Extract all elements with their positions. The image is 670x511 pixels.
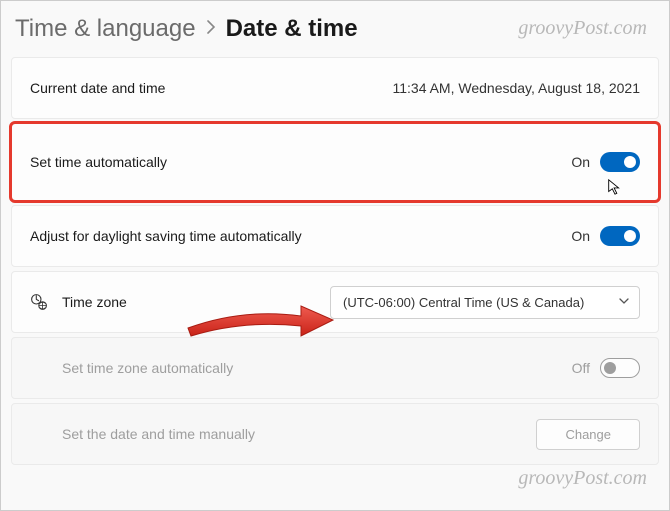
timezone-select[interactable]: (UTC-06:00) Central Time (US & Canada) (330, 286, 640, 319)
current-datetime-value: 11:34 AM, Wednesday, August 18, 2021 (392, 80, 640, 96)
row-label: Set the date and time manually (62, 426, 536, 442)
row-label: Current date and time (30, 80, 392, 96)
row-set-time-automatically: Set time automatically On (11, 123, 659, 201)
row-label: Time zone (62, 294, 330, 310)
row-time-zone: Time zone (UTC-06:00) Central Time (US &… (11, 271, 659, 333)
toggle-set-time-auto[interactable] (600, 152, 640, 172)
breadcrumb: Time & language Date & time groovyPost.c… (11, 9, 659, 57)
row-label: Set time automatically (30, 154, 571, 170)
change-button: Change (536, 419, 640, 450)
breadcrumb-parent-link[interactable]: Time & language (15, 15, 196, 43)
toggle-dst-auto[interactable] (600, 226, 640, 246)
toggle-state-text: On (571, 154, 590, 170)
row-set-manual: Set the date and time manually Change (11, 403, 659, 465)
row-set-tz-auto: Set time zone automatically Off (11, 337, 659, 399)
watermark: groovyPost.com (518, 467, 647, 490)
row-label: Adjust for daylight saving time automati… (30, 228, 571, 244)
toggle-set-tz-auto (600, 358, 640, 378)
globe-clock-icon (30, 293, 48, 311)
row-current-datetime: Current date and time 11:34 AM, Wednesda… (11, 57, 659, 119)
row-dst-auto: Adjust for daylight saving time automati… (11, 205, 659, 267)
chevron-right-icon (206, 20, 216, 39)
watermark: groovyPost.com (518, 17, 647, 40)
row-label: Set time zone automatically (62, 360, 572, 376)
timezone-select-value: (UTC-06:00) Central Time (US & Canada) (343, 295, 584, 310)
chevron-down-icon (619, 296, 629, 308)
toggle-state-text: On (571, 228, 590, 244)
page-title: Date & time (226, 15, 358, 43)
toggle-state-text: Off (572, 360, 590, 376)
